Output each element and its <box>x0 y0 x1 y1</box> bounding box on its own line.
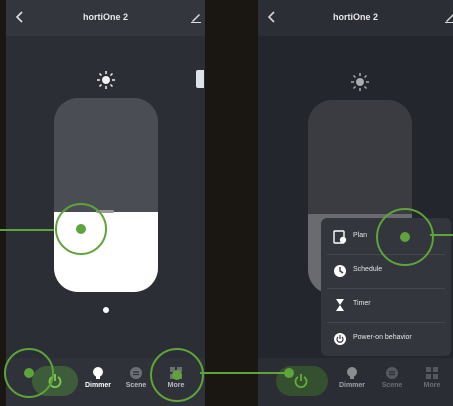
background-gap <box>205 0 258 406</box>
nav-more-label: More <box>423 382 441 389</box>
annotation-dot <box>284 368 294 378</box>
menu-item-label: Schedule <box>353 266 383 273</box>
left-screen: hortiOne 2 Dimmer Scene More <box>6 0 205 406</box>
nav-dimmer[interactable]: Dimmer <box>78 366 118 389</box>
scene-icon <box>386 367 398 379</box>
scene-icon <box>130 367 142 379</box>
plan-icon <box>333 230 347 244</box>
annotation-line <box>200 372 288 374</box>
menu-item-label: Timer <box>353 300 371 307</box>
menu-item-timer[interactable]: Timer <box>321 288 451 322</box>
edit-icon[interactable] <box>444 11 453 23</box>
hourglass-icon <box>336 299 344 311</box>
nav-scene-label: Scene <box>125 382 147 389</box>
right-screen: hortiOne 2 Plan Schedule Timer Power-on … <box>258 0 453 406</box>
annotation-ring-plan <box>376 208 434 266</box>
edit-icon[interactable] <box>190 11 202 23</box>
device-title: hortiOne 2 <box>82 12 128 22</box>
nav-dimmer[interactable]: Dimmer <box>332 366 372 389</box>
grid-icon <box>426 367 438 379</box>
bottom-nav: Dimmer Scene More <box>258 358 453 406</box>
annotation-line <box>0 229 54 231</box>
bulb-icon <box>93 367 103 379</box>
annotation-dot <box>172 370 182 380</box>
brightness-icon <box>351 73 369 91</box>
annotation-ring-power <box>4 348 54 398</box>
annotation-ring-more <box>150 348 204 402</box>
brightness-icon <box>97 71 115 89</box>
annotation-dot <box>400 232 410 242</box>
menu-item-label: Power-on behavior <box>353 334 412 341</box>
clock-icon <box>334 265 346 277</box>
page-indicator-dot <box>103 307 109 313</box>
top-bar: hortiOne 2 <box>6 0 205 36</box>
annotation-dot <box>76 224 86 234</box>
nav-scene-label: Scene <box>381 382 403 389</box>
annotation-dot <box>24 368 34 378</box>
nav-dimmer-label: Dimmer <box>84 382 112 389</box>
annotation-ring-slider <box>55 203 107 255</box>
nav-more[interactable]: More <box>412 366 452 389</box>
nav-dimmer-label: Dimmer <box>338 382 366 389</box>
nav-scene[interactable]: Scene <box>372 366 412 389</box>
top-bar: hortiOne 2 <box>258 0 453 36</box>
brightness-slider[interactable] <box>54 98 158 292</box>
power-behavior-icon <box>334 333 346 345</box>
device-title: hortiOne 2 <box>332 12 378 22</box>
bulb-icon <box>347 367 357 379</box>
power-icon <box>294 374 308 388</box>
side-panel-tab[interactable] <box>196 70 204 88</box>
menu-item-power-on-behavior[interactable]: Power-on behavior <box>321 322 451 356</box>
menu-item-label: Plan <box>353 232 368 239</box>
annotation-line <box>430 234 453 236</box>
